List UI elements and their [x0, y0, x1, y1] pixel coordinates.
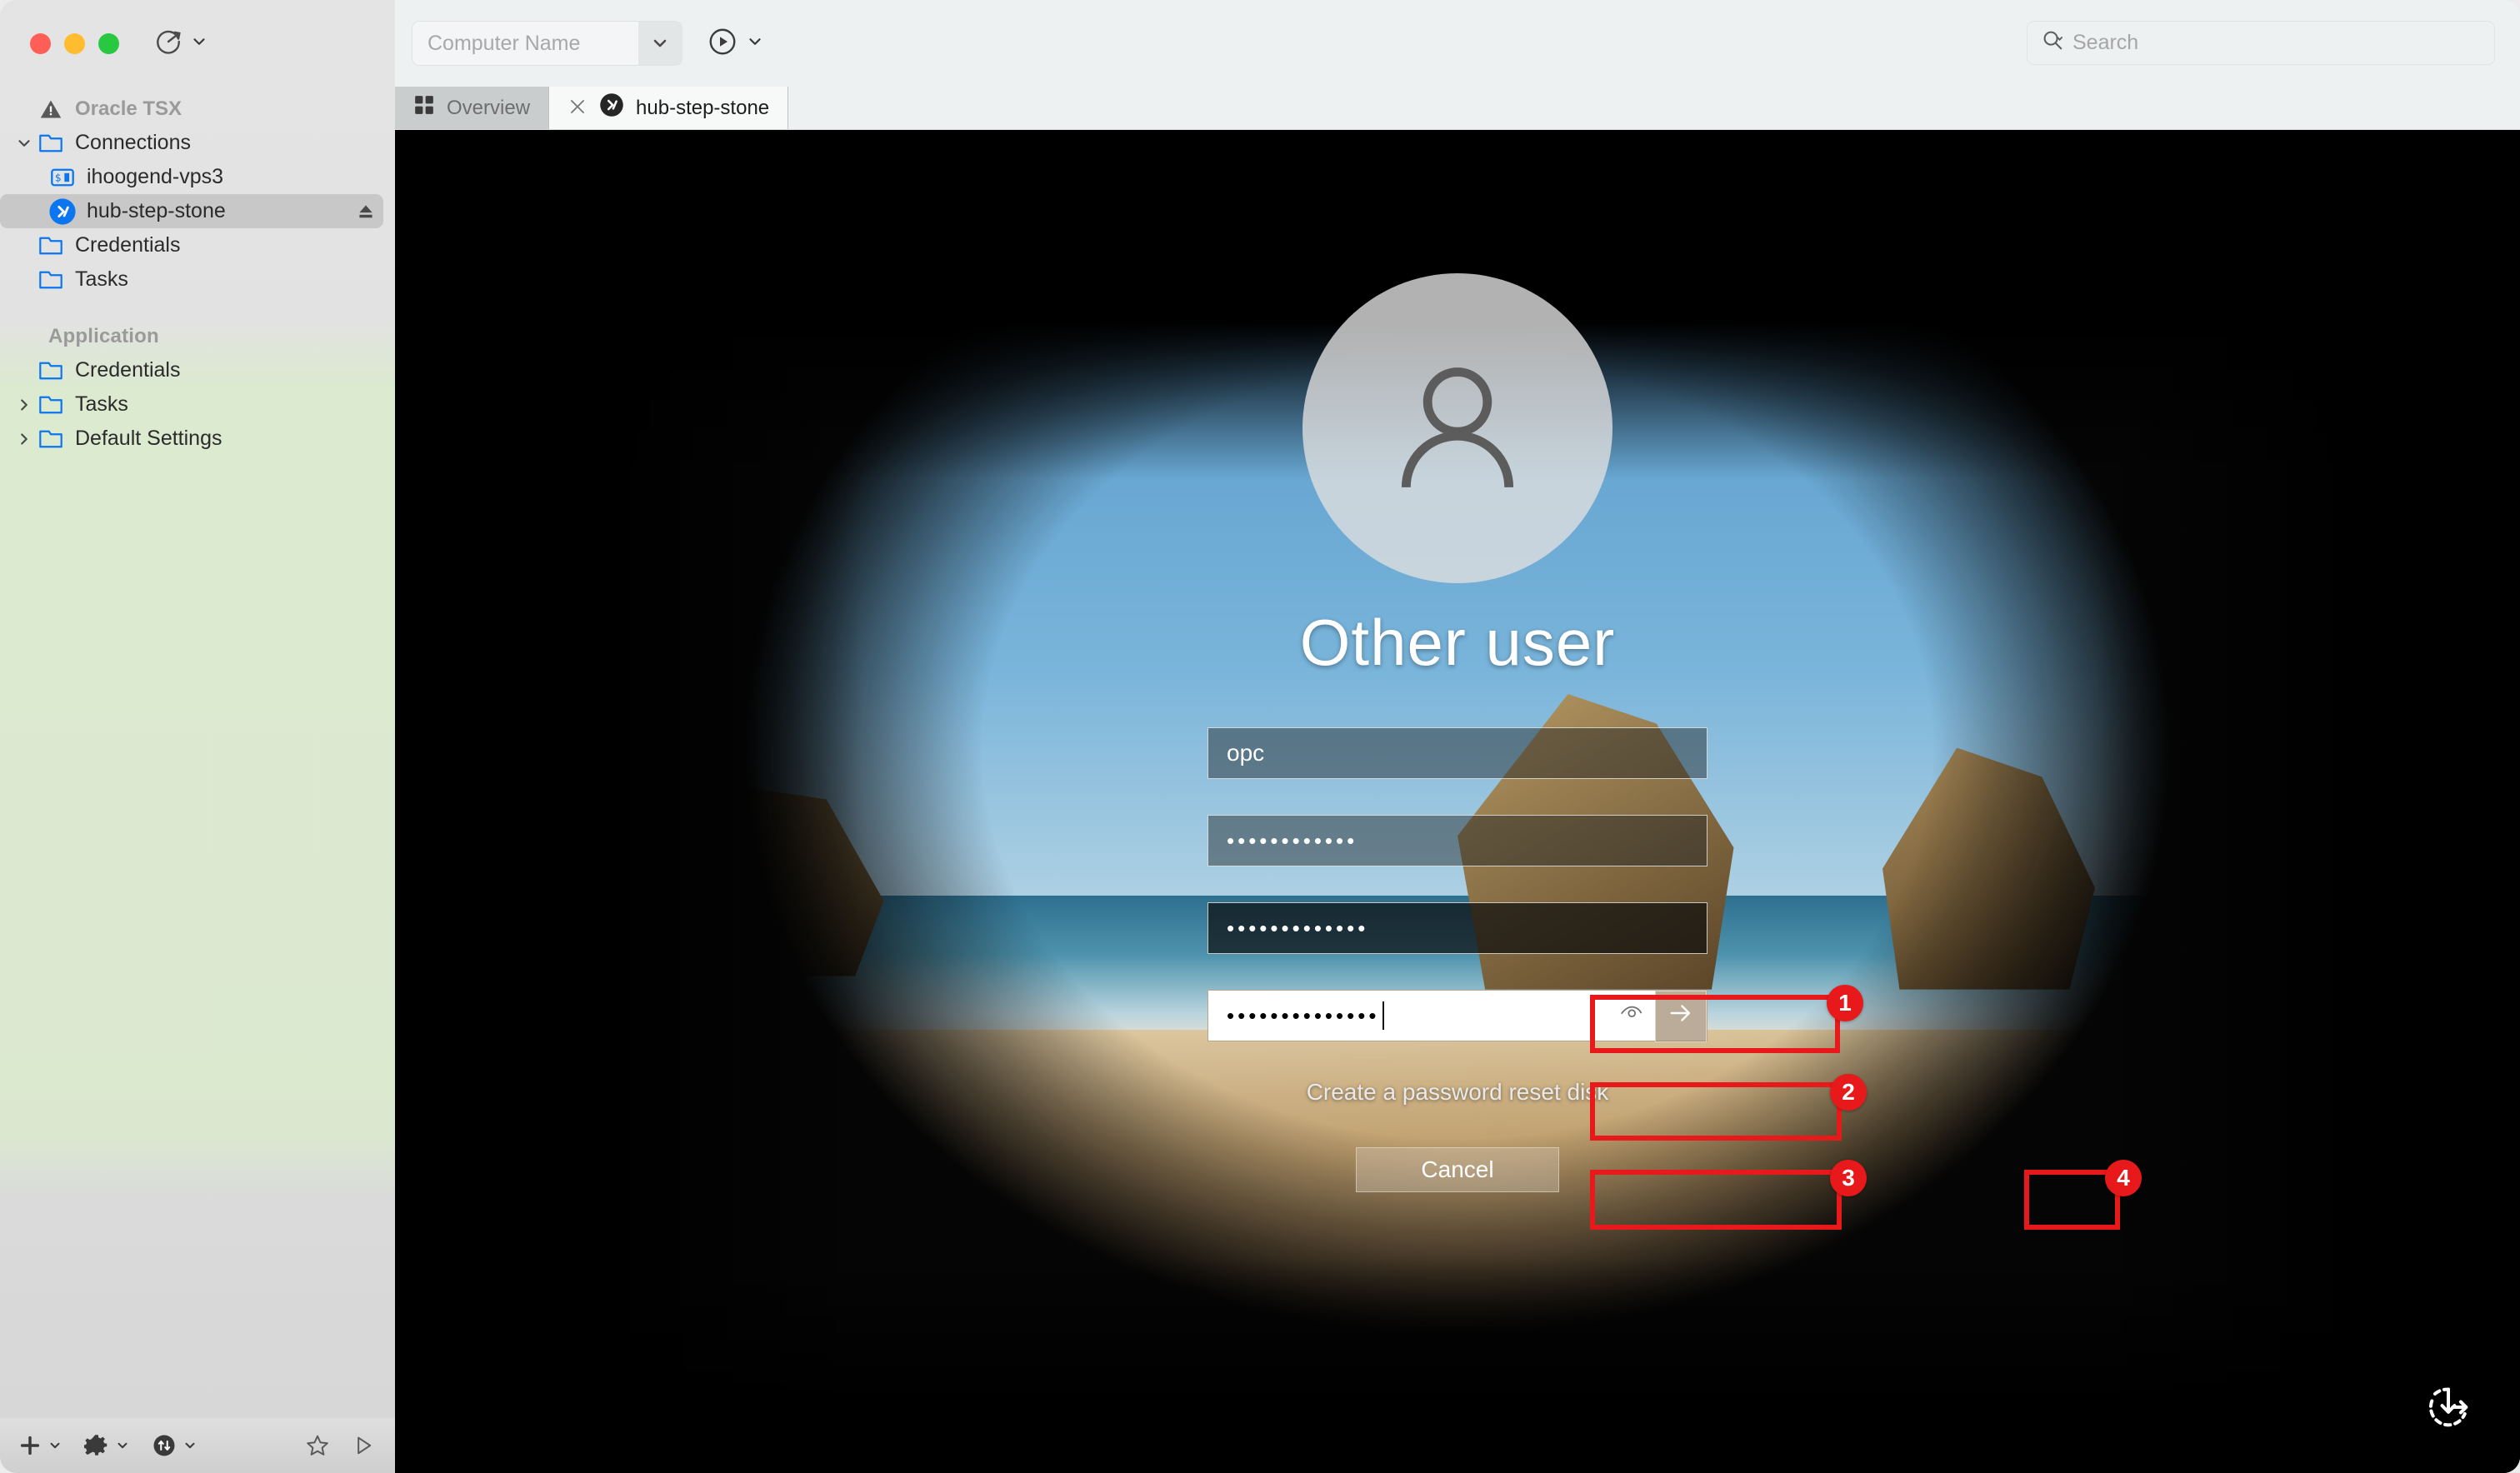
- sidebar-item-hub-step-stone[interactable]: hub-step-stone: [0, 194, 383, 228]
- app-window: Oracle TSX Connections $ ihoogend-vps3: [0, 0, 2520, 1473]
- sidebar-item-label: Tasks: [75, 392, 128, 417]
- sidebar-item-label: Tasks: [75, 267, 128, 292]
- chevron-down-icon: [115, 1438, 130, 1453]
- sidebar-item-label: Credentials: [75, 233, 180, 257]
- password-field-1[interactable]: ••••••••••••: [1208, 815, 1708, 866]
- tab-label: hub-step-stone: [636, 97, 769, 120]
- annotation-number-1: 1: [1827, 985, 1863, 1021]
- sidebar-section-application: Application: [0, 319, 395, 353]
- sidebar: Oracle TSX Connections $ ihoogend-vps3: [0, 0, 395, 1473]
- sidebar-item-app-credentials[interactable]: Credentials: [0, 353, 395, 387]
- sync-button[interactable]: [152, 1433, 198, 1458]
- arrow-right-icon: [1667, 999, 1695, 1035]
- sidebar-item-credentials[interactable]: Credentials: [0, 228, 395, 262]
- sidebar-item-tasks[interactable]: Tasks: [0, 262, 395, 297]
- cancel-button[interactable]: Cancel: [1356, 1147, 1559, 1192]
- folder-icon: [37, 428, 65, 450]
- eject-icon[interactable]: [355, 201, 377, 222]
- folder-icon: [37, 269, 65, 291]
- tab-strip: Overview hub-step-stone: [395, 87, 2520, 130]
- rdp-connection-icon: [48, 197, 77, 226]
- sidebar-section-label: Application: [48, 325, 159, 348]
- settings-button[interactable]: [84, 1433, 130, 1458]
- sidebar-item-label: Credentials: [75, 358, 180, 382]
- sidebar-item-default-settings[interactable]: Default Settings: [0, 422, 395, 456]
- computer-name-input[interactable]: Computer Name: [412, 32, 638, 56]
- annotation-number-3: 3: [1830, 1160, 1867, 1196]
- search-box[interactable]: Search: [2027, 21, 2495, 65]
- close-window-button[interactable]: [30, 33, 51, 54]
- password-masked-value: ••••••••••••••: [1227, 1005, 1379, 1026]
- password-masked-value: •••••••••••••: [1227, 917, 1368, 939]
- sidebar-item-label: ihoogend-vps3: [87, 165, 223, 189]
- traffic-lights: [30, 33, 119, 54]
- refresh-control[interactable]: [154, 27, 208, 60]
- chevron-down-icon: [190, 32, 208, 55]
- tab-label: Overview: [447, 97, 530, 120]
- submit-arrow-button[interactable]: [1655, 991, 1707, 1042]
- warning-triangle-icon: [37, 97, 65, 121]
- username-value: opc: [1227, 740, 1264, 766]
- chevron-right-icon[interactable]: [12, 396, 37, 414]
- tab-overview[interactable]: Overview: [395, 87, 549, 129]
- sidebar-item-label: Default Settings: [75, 427, 222, 451]
- grid-icon: [413, 94, 435, 122]
- minimize-window-button[interactable]: [64, 33, 85, 54]
- windows-login-panel: Other user opc •••••••••••• ••••••••••••…: [395, 130, 2520, 1473]
- sidebar-bottom-bar: [0, 1418, 395, 1473]
- tab-hub-step-stone[interactable]: hub-step-stone: [549, 87, 788, 129]
- play-icon[interactable]: [708, 27, 738, 61]
- chevron-down-icon: [48, 1438, 62, 1453]
- sidebar-item-label: hub-step-stone: [87, 199, 226, 223]
- sidebar-item-ihoogend-vps3[interactable]: $ ihoogend-vps3: [0, 160, 395, 194]
- username-field[interactable]: opc: [1208, 727, 1708, 779]
- close-icon[interactable]: [568, 97, 588, 120]
- maximize-window-button[interactable]: [98, 33, 119, 54]
- top-toolbar: Computer Name Search: [395, 0, 2520, 87]
- refresh-icon: [154, 27, 182, 60]
- folder-icon: [37, 394, 65, 416]
- favorite-button[interactable]: [305, 1433, 330, 1458]
- chevron-down-icon[interactable]: [746, 32, 764, 55]
- sidebar-item-connections[interactable]: Connections: [0, 126, 395, 160]
- tree-root-oracle-tsx[interactable]: Oracle TSX: [0, 92, 395, 126]
- chevron-right-icon[interactable]: [12, 430, 37, 448]
- folder-icon: [37, 360, 65, 382]
- annotation-number-4: 4: [2105, 1160, 2142, 1196]
- svg-text:$: $: [55, 171, 62, 183]
- text-caret: [1382, 1001, 1384, 1030]
- page-title: Other user: [1300, 605, 1615, 681]
- sidebar-item-app-tasks[interactable]: Tasks: [0, 387, 395, 422]
- add-connection-button[interactable]: [18, 1434, 62, 1457]
- annotation-number-2: 2: [1830, 1074, 1867, 1111]
- password-masked-value: ••••••••••••: [1227, 830, 1358, 851]
- computer-name-combobox[interactable]: Computer Name: [412, 21, 682, 66]
- eye-reveal-icon[interactable]: [1618, 1001, 1643, 1031]
- chevron-down-icon: [182, 1438, 198, 1453]
- ease-of-access-icon[interactable]: [2422, 1381, 2475, 1438]
- connection-tree: Oracle TSX Connections $ ihoogend-vps3: [0, 87, 395, 1418]
- folder-icon: [37, 132, 65, 154]
- login-fields: opc •••••••••••• ••••••••••••• •••••••••…: [1208, 727, 1708, 1077]
- connect-run-control[interactable]: [708, 27, 764, 61]
- sidebar-item-label: Connections: [75, 131, 191, 155]
- folder-icon: [37, 235, 65, 257]
- avatar: [1302, 273, 1612, 583]
- remote-desktop-canvas[interactable]: Other user opc •••••••••••• ••••••••••••…: [395, 130, 2520, 1473]
- password-field-2[interactable]: •••••••••••••: [1208, 902, 1708, 954]
- main-panel: Computer Name Search: [395, 0, 2520, 1473]
- window-titlebar: [0, 0, 395, 87]
- password-reset-link[interactable]: Create a password reset disk: [1307, 1079, 1609, 1106]
- vps-terminal-icon: $: [48, 167, 77, 188]
- search-input[interactable]: Search: [2072, 31, 2138, 55]
- search-icon[interactable]: [2041, 28, 2066, 57]
- chevron-down-icon[interactable]: [638, 22, 682, 65]
- play-button[interactable]: [352, 1434, 375, 1457]
- tree-root-label: Oracle TSX: [75, 97, 182, 121]
- password-field-3[interactable]: ••••••••••••••: [1208, 990, 1708, 1041]
- rdp-connection-icon: [599, 92, 624, 123]
- chevron-down-icon[interactable]: [12, 134, 37, 152]
